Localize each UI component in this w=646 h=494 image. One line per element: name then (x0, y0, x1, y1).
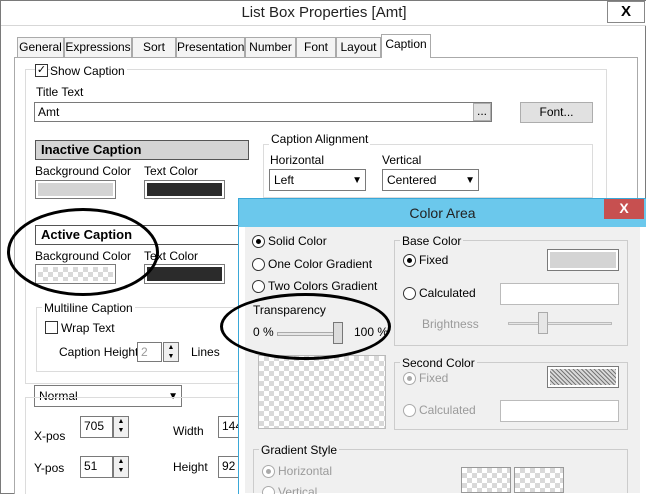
second-color-fill (550, 369, 616, 385)
tab-font[interactable]: Font (296, 37, 336, 57)
color-preview (258, 355, 386, 429)
active-text-color-fill (147, 267, 222, 281)
color-area-title: Color Area (409, 205, 476, 221)
window-title: List Box Properties [Amt] (241, 4, 407, 21)
height-label: Height (173, 460, 208, 474)
caption-height-spinner[interactable]: ▲ ▼ (163, 342, 179, 362)
base-color-fill (550, 252, 616, 268)
base-fixed-label: Fixed (419, 253, 449, 267)
vertical-label: Vertical (382, 153, 422, 167)
position-group (25, 397, 245, 494)
inactive-caption-header: Inactive Caption (35, 140, 249, 160)
xpos-spinner[interactable]: ▲ ▼ (113, 416, 129, 438)
caption-alignment-label: Caption Alignment (269, 132, 371, 146)
two-colors-gradient-label: Two Colors Gradient (268, 279, 378, 293)
ypos-input[interactable]: 51 (80, 456, 113, 478)
color-area-close-button[interactable]: X (604, 199, 644, 219)
gradient-vertical-label: Vertical (278, 485, 318, 494)
annotation-ellipse-transparency (220, 293, 391, 360)
font-button[interactable]: Font... (520, 102, 593, 123)
one-color-gradient-radio[interactable] (252, 258, 265, 271)
wrap-text-label: Wrap Text (61, 321, 115, 335)
tab-layout[interactable]: Layout (336, 37, 381, 57)
inactive-bg-color-fill (38, 183, 113, 196)
gradient-preview-left[interactable] (461, 467, 511, 493)
second-fixed-radio[interactable] (403, 372, 416, 385)
second-color-swatch[interactable] (547, 366, 619, 388)
lines-label: Lines (191, 345, 220, 359)
show-caption-label: Show Caption (50, 64, 127, 78)
brightness-slider-track[interactable] (508, 322, 612, 325)
tab-number[interactable]: Number (245, 37, 296, 57)
second-calculated-label: Calculated (419, 403, 476, 417)
gradient-vertical-radio[interactable] (262, 486, 275, 494)
tab-sort[interactable]: Sort (132, 37, 176, 57)
two-colors-gradient-radio[interactable] (252, 280, 265, 293)
tab-caption[interactable]: Caption (381, 34, 431, 58)
tab-presentation[interactable]: Presentation (176, 37, 245, 57)
xpos-label: X-pos (34, 429, 66, 443)
xpos-input[interactable]: 705 (80, 416, 113, 438)
wrap-text-checkbox[interactable] (45, 321, 58, 334)
vertical-alignment-value: Centered (387, 173, 437, 187)
ypos-label: Y-pos (34, 461, 65, 475)
annotation-ellipse-active-caption (7, 208, 159, 296)
second-fixed-label: Fixed (419, 371, 449, 385)
active-text-color-swatch[interactable] (144, 264, 225, 284)
gradient-horizontal-radio[interactable] (262, 465, 275, 478)
solid-color-label: Solid Color (268, 234, 327, 248)
title-text-label: Title Text (36, 85, 84, 99)
color-area-body: Solid Color One Color Gradient Two Color… (245, 227, 640, 494)
vertical-alignment-select[interactable]: Centered ▼ (382, 169, 479, 191)
base-color-swatch[interactable] (547, 249, 619, 271)
spin-down-icon: ▼ (167, 353, 175, 360)
solid-color-radio[interactable] (252, 235, 265, 248)
gradient-horizontal-label: Horizontal (278, 464, 333, 478)
horizontal-alignment-value: Left (274, 173, 295, 187)
caption-height-input[interactable]: 2 (137, 342, 162, 362)
inactive-bg-color-label: Background Color (35, 164, 132, 178)
chevron-down-icon: ▼ (352, 175, 362, 186)
color-area-title-bar: Color Area X (239, 199, 646, 227)
spin-down-icon: ▼ (117, 467, 125, 474)
ypos-spinner[interactable]: ▲ ▼ (113, 456, 129, 478)
spin-up-icon: ▲ (167, 344, 175, 351)
base-color-label: Base Color (400, 234, 464, 248)
tab-expressions[interactable]: Expressions (64, 37, 132, 57)
width-label: Width (173, 424, 204, 438)
second-calculated-radio[interactable] (403, 404, 416, 417)
title-text-ellipsis-button[interactable]: ... (473, 103, 491, 121)
base-fixed-radio[interactable] (403, 254, 416, 267)
multiline-caption-label: Multiline Caption (42, 301, 135, 315)
spin-down-icon: ▼ (117, 427, 125, 434)
spin-up-icon: ▲ (117, 418, 125, 425)
horizontal-label: Horizontal (270, 153, 325, 167)
one-color-gradient-label: One Color Gradient (268, 257, 373, 271)
brightness-slider-thumb[interactable] (538, 312, 548, 334)
caption-height-label: Caption Height (59, 345, 139, 359)
gradient-style-label: Gradient Style (259, 443, 340, 457)
gradient-preview-right[interactable] (514, 467, 564, 493)
inactive-text-color-fill (147, 183, 222, 196)
title-bar: List Box Properties [Amt] X (1, 1, 646, 26)
second-calculated-input[interactable] (500, 400, 619, 422)
inactive-text-color-label: Text Color (144, 164, 199, 178)
chevron-down-icon: ▼ (465, 175, 475, 186)
brightness-label: Brightness (422, 317, 479, 331)
second-color-label: Second Color (400, 356, 477, 370)
inactive-bg-color-swatch[interactable] (35, 180, 116, 199)
list-box-properties-window: List Box Properties [Amt] X General Expr… (0, 0, 646, 494)
spin-up-icon: ▲ (117, 458, 125, 465)
base-calculated-input[interactable] (500, 283, 619, 305)
inactive-text-color-swatch[interactable] (144, 180, 225, 199)
title-text-input[interactable]: Amt (34, 102, 492, 122)
base-calculated-radio[interactable] (403, 287, 416, 300)
show-caption-checkbox[interactable]: ✓ (35, 64, 48, 77)
tab-general[interactable]: General (17, 37, 64, 57)
horizontal-alignment-select[interactable]: Left ▼ (269, 169, 366, 191)
base-calculated-label: Calculated (419, 286, 476, 300)
multiline-caption-group (36, 307, 246, 372)
close-button[interactable]: X (607, 1, 645, 23)
